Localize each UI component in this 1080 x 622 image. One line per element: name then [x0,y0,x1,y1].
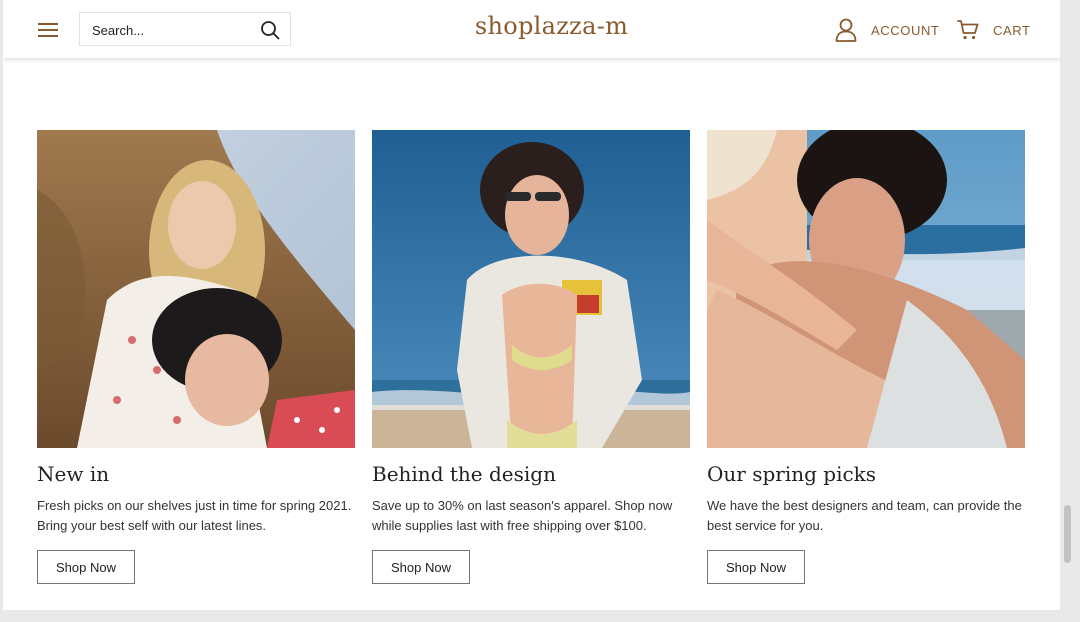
shop-now-button[interactable]: Shop Now [37,550,135,584]
collection-card-behind-the-design: Behind the design Save up to 30% on last… [372,130,690,584]
account-link[interactable]: ACCOUNT [835,17,939,43]
search-icon[interactable] [260,20,280,40]
collection-image[interactable] [372,130,690,448]
cart-link[interactable]: CART [957,17,1031,43]
collection-card-new-in: New in Fresh picks on our shelves just i… [37,130,355,584]
card-title: New in [37,462,110,486]
collection-image[interactable] [37,130,355,448]
search-box [79,12,291,46]
site-header: shoplazza-m ACCOUNT CART [3,0,1060,58]
vertical-scrollbar-thumb[interactable] [1064,505,1071,563]
card-description: Fresh picks on our shelves just in time … [37,498,352,533]
card-title: Our spring picks [707,462,877,486]
shop-now-button[interactable]: Shop Now [707,550,805,584]
hamburger-menu-icon[interactable] [38,22,58,38]
collection-card-our-spring-picks: Our spring picks We have the best design… [707,130,1025,584]
user-icon [835,18,857,42]
browser-viewport: shoplazza-m ACCOUNT CART [3,0,1060,610]
account-label: ACCOUNT [871,22,940,38]
card-title: Behind the design [372,462,556,486]
collection-image[interactable] [707,130,1025,448]
cart-label: CART [993,22,1031,38]
search-input[interactable] [92,21,252,39]
brand-logo[interactable]: shoplazza-m [475,12,628,40]
cart-icon [957,20,979,40]
shop-now-button[interactable]: Shop Now [372,550,470,584]
card-description: We have the best designers and team, can… [707,498,1022,533]
card-description: Save up to 30% on last season's apparel.… [372,498,673,533]
